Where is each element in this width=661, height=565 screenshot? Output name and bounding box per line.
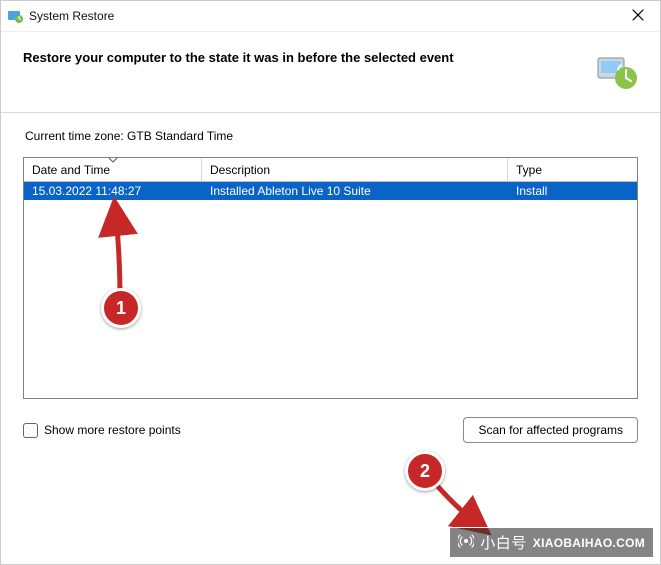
close-button[interactable]: [616, 1, 660, 31]
table-body: 15.03.2022 11:48:27 Installed Ableton Li…: [24, 182, 637, 398]
bottom-controls: Show more restore points Scan for affect…: [23, 417, 638, 443]
cell-description: Installed Ableton Live 10 Suite: [202, 182, 508, 200]
titlebar: System Restore: [1, 1, 660, 32]
table-row[interactable]: [24, 254, 637, 272]
show-more-restore-points-checkbox[interactable]: Show more restore points: [23, 423, 181, 438]
column-header-type[interactable]: Type: [508, 158, 637, 181]
table-row[interactable]: [24, 362, 637, 380]
show-more-label: Show more restore points: [44, 423, 181, 437]
table-row[interactable]: [24, 236, 637, 254]
column-header-date-time[interactable]: Date and Time: [24, 158, 202, 181]
scan-affected-programs-button[interactable]: Scan for affected programs: [463, 417, 638, 443]
annotation-arrow-2: [421, 471, 491, 531]
sort-descending-icon: [108, 157, 118, 163]
content-area: Current time zone: GTB Standard Time Dat…: [1, 113, 660, 443]
annotation-badge-2: 2: [405, 451, 445, 491]
table-row[interactable]: [24, 272, 637, 290]
cell-date-time: 15.03.2022 11:48:27: [24, 182, 202, 200]
checkbox-box: [23, 423, 38, 438]
window-title: System Restore: [29, 9, 114, 23]
table-row[interactable]: [24, 290, 637, 308]
restore-points-table[interactable]: Date and Time Description Type 15.03.202…: [23, 157, 638, 399]
column-header-type-label: Type: [516, 163, 542, 177]
cell-type: Install: [508, 182, 637, 200]
table-header-row: Date and Time Description Type: [24, 158, 637, 182]
restore-large-icon: [592, 48, 638, 94]
column-header-description-label: Description: [210, 163, 270, 177]
table-row[interactable]: [24, 380, 637, 398]
watermark-domain: XIAOBAIHAO.COM: [533, 536, 645, 550]
close-icon: [632, 9, 644, 24]
column-header-description[interactable]: Description: [202, 158, 508, 181]
watermark-brand: 小白号: [480, 532, 527, 553]
annotation-badge-2-text: 2: [420, 461, 430, 482]
header-area: Restore your computer to the state it wa…: [1, 32, 660, 104]
table-row[interactable]: [24, 326, 637, 344]
page-heading: Restore your computer to the state it wa…: [23, 48, 582, 65]
table-row[interactable]: 15.03.2022 11:48:27 Installed Ableton Li…: [24, 182, 637, 200]
table-row[interactable]: [24, 344, 637, 362]
table-row[interactable]: [24, 218, 637, 236]
timezone-label: Current time zone: GTB Standard Time: [25, 129, 638, 143]
broadcast-icon: [458, 533, 474, 552]
column-header-date-time-label: Date and Time: [32, 163, 110, 177]
table-row[interactable]: [24, 308, 637, 326]
system-restore-window: System Restore Restore your computer to …: [0, 0, 661, 565]
watermark: 小白号 XIAOBAIHAO.COM: [449, 527, 654, 558]
system-restore-app-icon: [7, 8, 23, 24]
table-row[interactable]: [24, 200, 637, 218]
